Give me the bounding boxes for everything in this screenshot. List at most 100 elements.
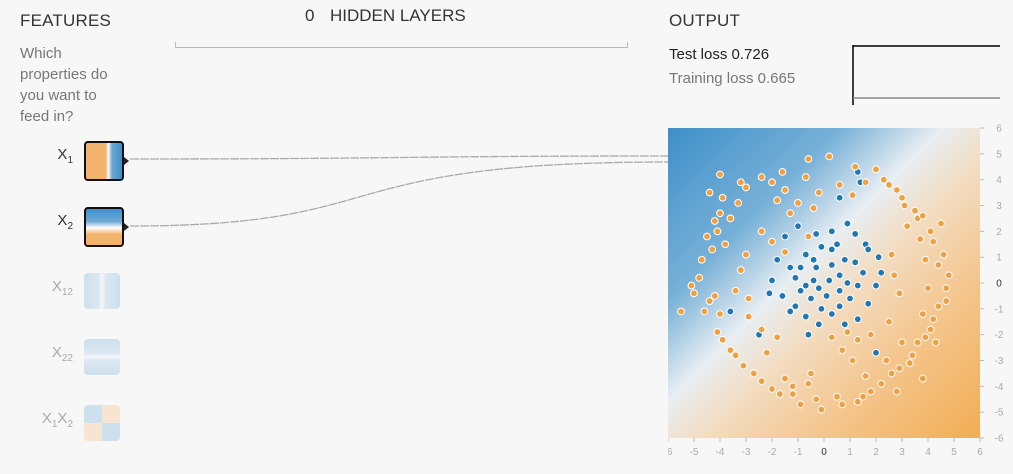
orange-data-point	[887, 250, 896, 259]
blue-data-point	[827, 245, 836, 254]
orange-data-point	[848, 356, 857, 365]
orange-data-point	[877, 379, 886, 388]
orange-data-point	[827, 333, 836, 342]
orange-data-point	[781, 186, 789, 194]
blue-data-point	[786, 307, 795, 316]
blue-data-point	[825, 276, 834, 285]
orange-data-point	[866, 387, 875, 396]
blue-data-point	[778, 292, 787, 300]
orange-data-point	[872, 165, 880, 174]
orange-data-point	[885, 180, 893, 189]
blue-data-point	[840, 255, 849, 264]
connection-x1-output[interactable]	[129, 155, 669, 160]
loss-curve-chart	[852, 45, 1000, 105]
y-axis-tick-label: -4	[995, 382, 1004, 393]
orange-data-point	[838, 346, 847, 355]
orange-data-point	[768, 385, 776, 393]
blue-data-point	[827, 261, 836, 269]
y-axis-tick-label: 5	[996, 149, 1002, 160]
orange-data-point	[908, 351, 917, 360]
blue-data-point	[812, 230, 821, 238]
x-axis-tick-label: 3	[899, 447, 905, 458]
orange-data-point	[926, 325, 935, 334]
orange-data-point	[716, 170, 724, 179]
blue-data-point	[809, 276, 818, 285]
y-axis-tick-label: -3	[995, 356, 1004, 367]
blue-data-point	[791, 273, 800, 282]
orange-data-point	[890, 271, 899, 280]
blue-data-point	[864, 245, 873, 254]
orange-data-point	[788, 382, 797, 391]
orange-data-point	[786, 209, 795, 218]
blue-data-point	[794, 222, 802, 231]
blue-data-point	[843, 279, 852, 287]
blue-data-point	[851, 258, 860, 267]
orange-data-point	[742, 183, 750, 192]
orange-data-point	[781, 374, 789, 383]
blue-data-point	[817, 242, 826, 251]
x-axis-tick-label: 6	[977, 447, 983, 458]
orange-data-point	[804, 232, 813, 241]
orange-data-point	[700, 307, 709, 316]
orange-data-point	[744, 312, 753, 321]
orange-data-point	[804, 155, 813, 163]
orange-data-point	[861, 178, 870, 187]
orange-data-point	[934, 261, 943, 269]
orange-data-point	[848, 191, 857, 200]
orange-data-point	[744, 294, 753, 303]
connection-x2-output[interactable]	[129, 161, 669, 227]
y-axis-tick-label: 1	[996, 253, 1002, 264]
orange-data-point	[716, 310, 724, 318]
orange-data-point	[898, 193, 906, 202]
orange-data-point	[713, 328, 722, 336]
blue-data-point	[835, 302, 844, 311]
training-loss-value: 0.665	[757, 70, 796, 87]
blue-data-point	[807, 294, 815, 303]
x-axis-tick-label: -3	[742, 447, 751, 458]
orange-data-point	[898, 338, 906, 347]
orange-data-point	[705, 297, 714, 305]
blue-data-point	[833, 240, 841, 249]
orange-data-point	[812, 395, 821, 404]
orange-data-point	[879, 175, 888, 184]
orange-data-point	[757, 325, 766, 334]
orange-data-point	[734, 199, 743, 207]
blue-data-point	[835, 193, 844, 202]
test-loss-label: Test loss	[669, 46, 728, 63]
blue-data-point	[843, 219, 852, 228]
blue-data-point	[768, 276, 776, 285]
orange-data-point	[731, 286, 740, 295]
output-plot[interactable]: -6 -5 -4 -3 -2 -1 0 1 2 3 4 5 6 6 5 4 3 2 1 0 -1 -2 -3 -4 -5 -6	[668, 124, 1013, 469]
orange-data-point	[726, 346, 735, 355]
test-loss: Test loss 0.726	[669, 46, 769, 63]
orange-data-point	[833, 392, 841, 401]
blue-data-point	[851, 230, 860, 238]
orange-data-point	[814, 188, 823, 197]
orange-data-point	[757, 377, 766, 386]
blue-data-point	[877, 268, 886, 277]
orange-data-point	[768, 237, 776, 246]
orange-data-point	[911, 206, 919, 215]
orange-data-point	[713, 227, 722, 236]
blue-data-point	[796, 286, 805, 295]
orange-data-point	[921, 255, 930, 264]
orange-data-point	[887, 369, 896, 378]
orange-data-point	[924, 284, 932, 293]
orange-data-point	[703, 232, 711, 241]
orange-data-point	[804, 379, 813, 388]
x-axis-tick-label: 2	[873, 447, 879, 458]
y-axis-tick-label: 6	[996, 124, 1002, 135]
y-axis-tick-label: 0	[996, 279, 1002, 290]
orange-data-point	[718, 193, 727, 202]
orange-data-point	[742, 250, 750, 259]
training-loss: Training loss 0.665	[669, 70, 795, 87]
orange-data-point	[916, 235, 925, 243]
orange-data-point	[929, 237, 938, 246]
blue-data-point	[840, 320, 849, 329]
orange-data-point	[807, 369, 815, 378]
y-axis-tick-label: 2	[996, 227, 1002, 238]
orange-data-point	[843, 328, 852, 336]
orange-data-point	[762, 348, 771, 357]
blue-data-point	[835, 286, 844, 295]
y-axis-tick-label: -5	[995, 408, 1004, 419]
